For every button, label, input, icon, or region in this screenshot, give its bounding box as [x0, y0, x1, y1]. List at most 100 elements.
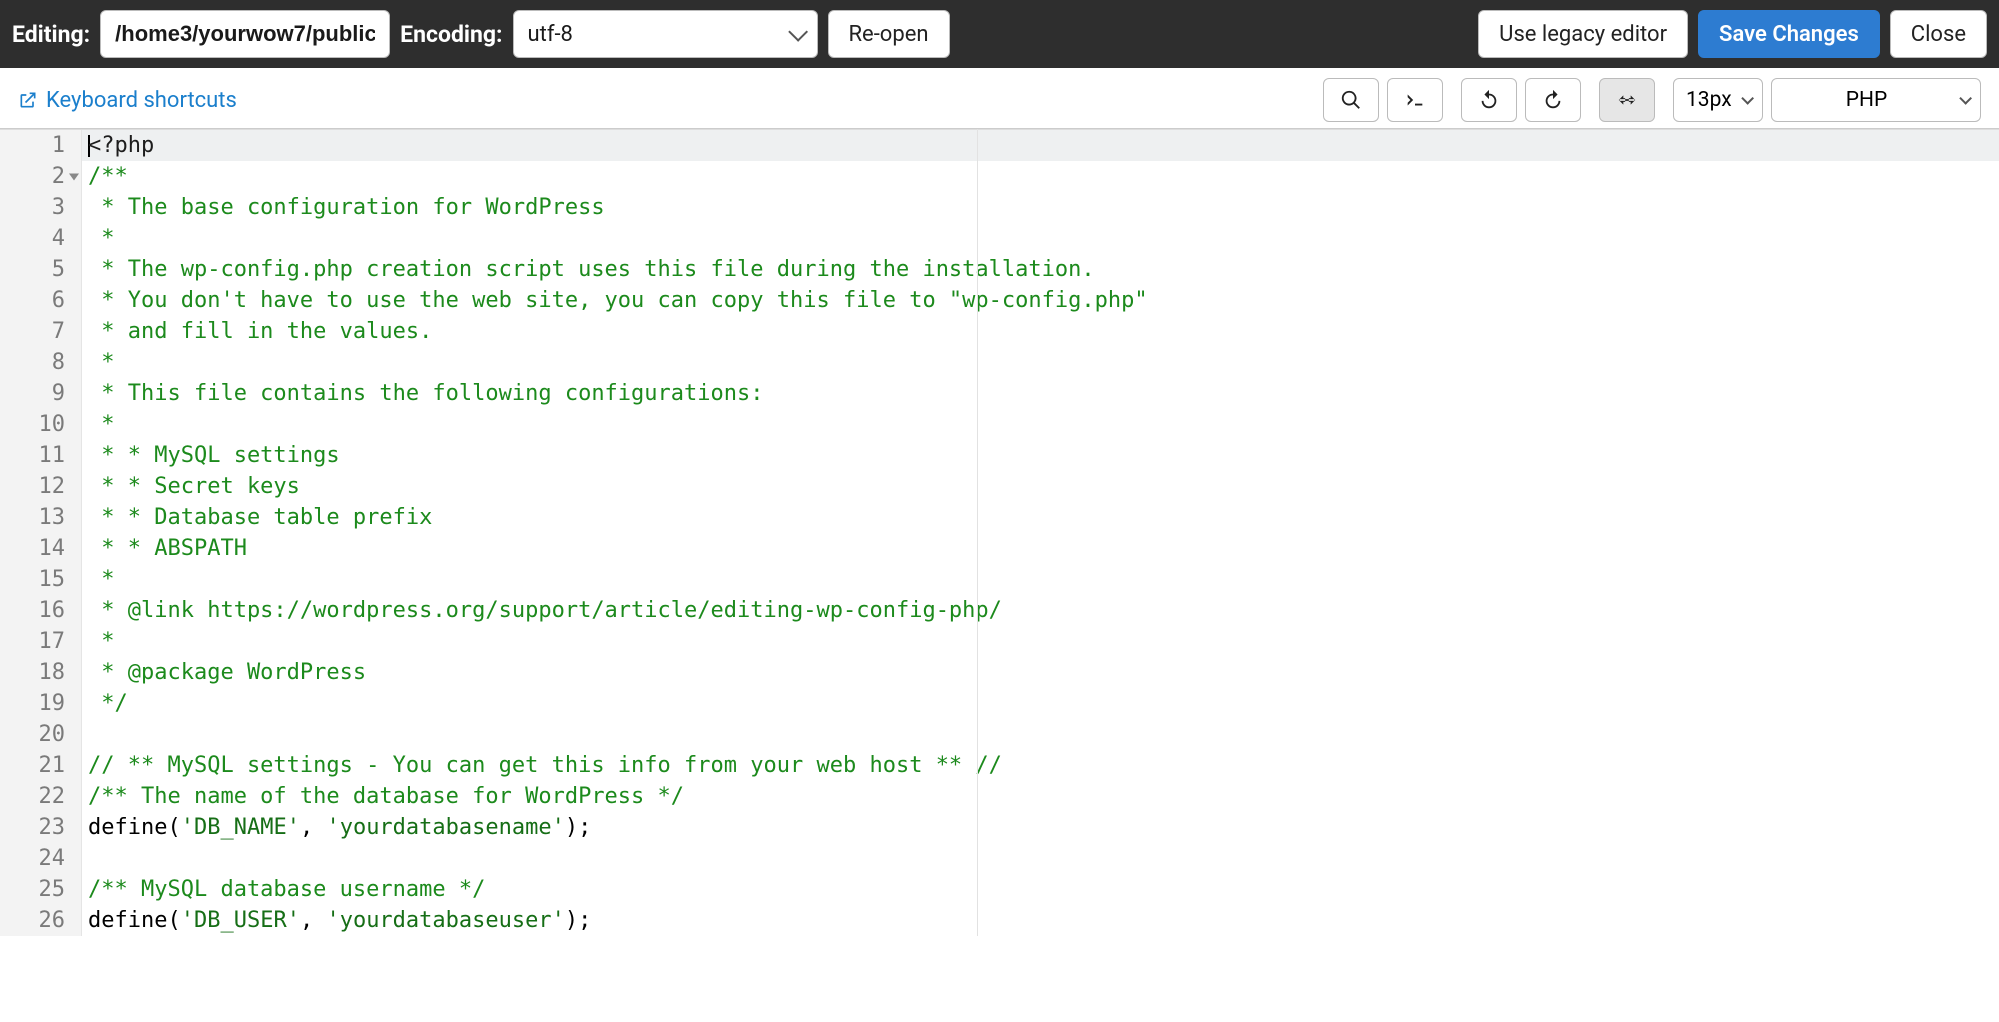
chevron-down-icon	[1741, 92, 1754, 105]
line-number: 5	[0, 254, 82, 285]
fold-marker-icon[interactable]	[69, 173, 79, 180]
word-wrap-toggle[interactable]	[1599, 78, 1655, 122]
undo-button[interactable]	[1461, 78, 1517, 122]
code-content[interactable]	[82, 843, 88, 874]
code-line[interactable]: 11 * * MySQL settings	[0, 440, 1999, 471]
reopen-button[interactable]: Re-open	[828, 10, 950, 58]
line-number: 4	[0, 223, 82, 254]
code-content[interactable]: * @package WordPress	[82, 657, 366, 688]
code-line[interactable]: 2/**	[0, 161, 1999, 192]
line-number: 1	[0, 130, 82, 161]
redo-icon	[1542, 89, 1564, 111]
line-number: 24	[0, 843, 82, 874]
line-number: 20	[0, 719, 82, 750]
line-number: 19	[0, 688, 82, 719]
code-line[interactable]: 6 * You don't have to use the web site, …	[0, 285, 1999, 316]
code-content[interactable]: /** MySQL database username */	[82, 874, 485, 905]
line-number: 9	[0, 378, 82, 409]
code-line[interactable]: 9 * This file contains the following con…	[0, 378, 1999, 409]
file-path-input[interactable]	[100, 10, 390, 58]
code-line[interactable]: 18 * @package WordPress	[0, 657, 1999, 688]
code-line[interactable]: 1<?php	[0, 130, 1999, 161]
line-number: 15	[0, 564, 82, 595]
code-content[interactable]: * * Secret keys	[82, 471, 300, 502]
code-content[interactable]: * * ABSPATH	[82, 533, 247, 564]
line-number: 13	[0, 502, 82, 533]
code-content[interactable]: * @link https://wordpress.org/support/ar…	[82, 595, 1002, 626]
code-content[interactable]: *	[82, 564, 115, 595]
terminal-button[interactable]	[1387, 78, 1443, 122]
code-line[interactable]: 20	[0, 719, 1999, 750]
code-content[interactable]: * This file contains the following confi…	[82, 378, 764, 409]
code-content[interactable]: // ** MySQL settings - You can get this …	[82, 750, 1002, 781]
line-number: 21	[0, 750, 82, 781]
code-content[interactable]: <?php	[82, 130, 154, 161]
font-size-select[interactable]: 13px	[1673, 78, 1763, 122]
code-content[interactable]: define('DB_NAME', 'yourdatabasename');	[82, 812, 591, 843]
encoding-select[interactable]: utf-8	[513, 10, 818, 58]
code-content[interactable]: */	[82, 688, 128, 719]
code-line[interactable]: 17 *	[0, 626, 1999, 657]
code-line[interactable]: 26define('DB_USER', 'yourdatabaseuser');	[0, 905, 1999, 936]
code-line[interactable]: 13 * * Database table prefix	[0, 502, 1999, 533]
save-changes-button[interactable]: Save Changes	[1698, 10, 1880, 58]
code-line[interactable]: 23define('DB_NAME', 'yourdatabasename');	[0, 812, 1999, 843]
code-content[interactable]: * and fill in the values.	[82, 316, 432, 347]
code-line[interactable]: 8 *	[0, 347, 1999, 378]
code-line[interactable]: 25/** MySQL database username */	[0, 874, 1999, 905]
code-content[interactable]: *	[82, 626, 115, 657]
redo-button[interactable]	[1525, 78, 1581, 122]
undo-icon	[1478, 89, 1500, 111]
code-line[interactable]: 16 * @link https://wordpress.org/support…	[0, 595, 1999, 626]
code-content[interactable]	[82, 719, 88, 750]
close-button[interactable]: Close	[1890, 10, 1987, 58]
code-content[interactable]: * The base configuration for WordPress	[82, 192, 605, 223]
code-line[interactable]: 21// ** MySQL settings - You can get thi…	[0, 750, 1999, 781]
code-content[interactable]: /** The name of the database for WordPre…	[82, 781, 684, 812]
code-content[interactable]: * * MySQL settings	[82, 440, 340, 471]
code-content[interactable]: *	[82, 347, 115, 378]
legacy-editor-button[interactable]: Use legacy editor	[1478, 10, 1688, 58]
editing-label: Editing:	[12, 21, 90, 48]
code-content[interactable]: * * Database table prefix	[82, 502, 432, 533]
line-number: 26	[0, 905, 82, 936]
search-button[interactable]	[1323, 78, 1379, 122]
external-link-icon	[18, 90, 38, 110]
code-content[interactable]: /**	[82, 161, 128, 192]
font-size-value: 13px	[1686, 88, 1732, 112]
search-icon	[1340, 89, 1362, 111]
code-line[interactable]: 4 *	[0, 223, 1999, 254]
language-select[interactable]: PHP	[1771, 78, 1981, 122]
code-content[interactable]: * You don't have to use the web site, yo…	[82, 285, 1148, 316]
line-number: 2	[0, 161, 82, 192]
line-number: 11	[0, 440, 82, 471]
code-line[interactable]: 7 * and fill in the values.	[0, 316, 1999, 347]
code-line[interactable]: 10 *	[0, 409, 1999, 440]
code-line[interactable]: 22/** The name of the database for WordP…	[0, 781, 1999, 812]
line-number: 23	[0, 812, 82, 843]
code-line[interactable]: 12 * * Secret keys	[0, 471, 1999, 502]
line-number: 10	[0, 409, 82, 440]
encoding-label: Encoding:	[400, 21, 502, 48]
code-line[interactable]: 14 * * ABSPATH	[0, 533, 1999, 564]
code-content[interactable]: *	[82, 409, 115, 440]
code-line[interactable]: 3 * The base configuration for WordPress	[0, 192, 1999, 223]
keyboard-shortcuts-link[interactable]: Keyboard shortcuts	[18, 88, 237, 113]
code-line[interactable]: 15 *	[0, 564, 1999, 595]
code-line[interactable]: 19 */	[0, 688, 1999, 719]
code-line[interactable]: 5 * The wp-config.php creation script us…	[0, 254, 1999, 285]
line-number: 7	[0, 316, 82, 347]
line-number: 22	[0, 781, 82, 812]
line-number: 25	[0, 874, 82, 905]
line-number: 16	[0, 595, 82, 626]
line-number: 12	[0, 471, 82, 502]
code-editor[interactable]: 1<?php2/**3 * The base configuration for…	[0, 129, 1999, 936]
code-content[interactable]: define('DB_USER', 'yourdatabaseuser');	[82, 905, 591, 936]
code-line[interactable]: 24	[0, 843, 1999, 874]
line-number: 18	[0, 657, 82, 688]
code-content[interactable]: * The wp-config.php creation script uses…	[82, 254, 1095, 285]
code-content[interactable]: *	[82, 223, 115, 254]
line-number: 3	[0, 192, 82, 223]
terminal-icon	[1404, 89, 1426, 111]
line-number: 14	[0, 533, 82, 564]
